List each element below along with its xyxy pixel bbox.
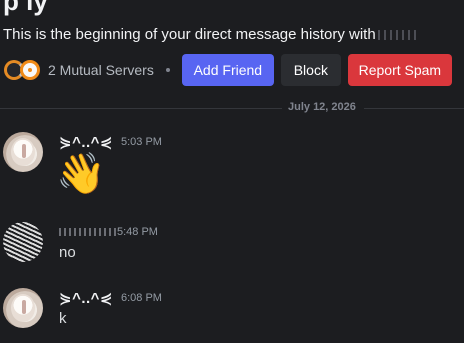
- profile-actions-row: 2 Mutual Servers Add Friend Block Report…: [4, 54, 459, 86]
- divider-line: [364, 108, 464, 109]
- message-header: 5:48 PM: [59, 222, 158, 242]
- wave-emoji: 👋: [56, 152, 106, 196]
- message-timestamp: 5:03 PM: [121, 136, 162, 148]
- history-intro-text: This is the beginning of your direct mes…: [3, 26, 376, 43]
- obscured-username: [377, 30, 420, 41]
- user-avatar[interactable]: [3, 288, 43, 328]
- message-content: k: [59, 310, 67, 327]
- mutual-server-icons[interactable]: [4, 60, 40, 80]
- user-avatar[interactable]: [3, 222, 43, 262]
- date-divider-label: July 12, 2026: [288, 101, 356, 113]
- dm-title-partial: p ly: [3, 0, 48, 16]
- message-timestamp: 6:08 PM: [121, 292, 162, 304]
- message-username[interactable]: [59, 228, 117, 236]
- separator-dot: [165, 68, 170, 72]
- message-username[interactable]: ⋟^..^⋞: [59, 133, 113, 151]
- message-header: ⋟^..^⋞ 6:08 PM: [59, 288, 162, 308]
- dm-history-intro: This is the beginning of your direct mes…: [3, 26, 420, 43]
- report-spam-button[interactable]: Report Spam: [347, 54, 452, 86]
- message-content: no: [59, 244, 76, 261]
- message-item[interactable]: ⋟^..^⋞ 6:08 PM k: [0, 288, 464, 332]
- message-item[interactable]: 5:48 PM no: [0, 222, 464, 266]
- overwatch-icon: [20, 60, 40, 80]
- message-header: ⋟^..^⋞ 5:03 PM: [59, 132, 162, 152]
- dm-channel-view: p ly This is the beginning of your direc…: [0, 0, 464, 343]
- add-friend-button[interactable]: Add Friend: [181, 54, 274, 86]
- block-button[interactable]: Block: [280, 54, 341, 86]
- message-item[interactable]: ⋟^..^⋞ 5:03 PM 👋: [0, 132, 464, 202]
- date-divider: July 12, 2026: [0, 101, 464, 113]
- mutual-servers-link[interactable]: 2 Mutual Servers: [48, 62, 154, 78]
- message-timestamp: 5:48 PM: [117, 226, 158, 238]
- divider-line: [0, 108, 282, 109]
- message-username[interactable]: ⋟^..^⋞: [59, 289, 113, 307]
- user-avatar[interactable]: [3, 132, 43, 172]
